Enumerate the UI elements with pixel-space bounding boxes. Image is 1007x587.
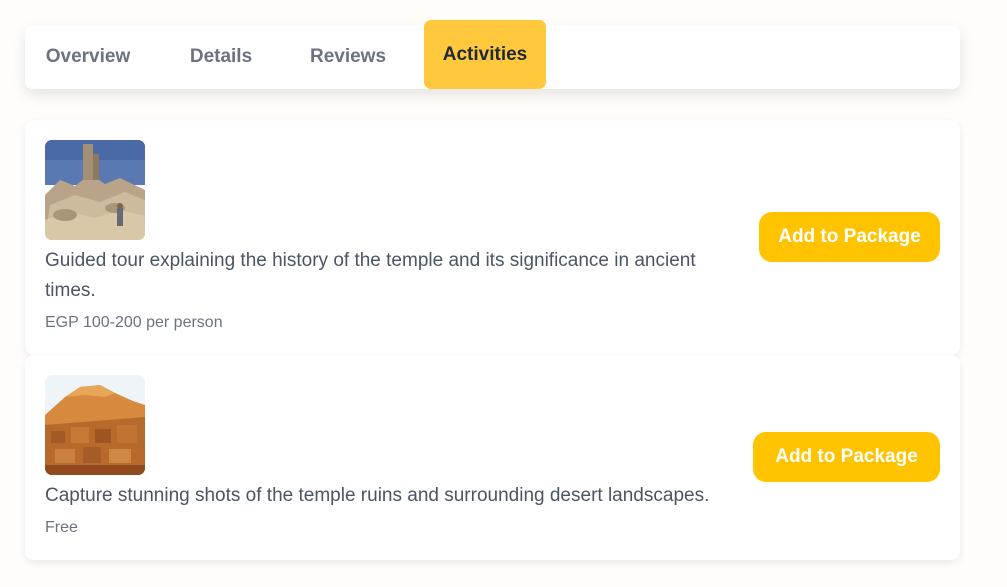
activity-image (45, 140, 145, 240)
activity-description: Guided tour explaining the history of th… (45, 250, 696, 301)
tab-reviews[interactable]: Reviews (310, 25, 386, 89)
add-to-package-button[interactable]: Add to Package (753, 432, 940, 482)
temple-ruins-photo (45, 140, 145, 240)
activity-price: EGP 100-200 per person (45, 314, 223, 331)
activity-image (45, 375, 145, 475)
tab-activities[interactable]: Activities (424, 20, 546, 89)
activity-card: Guided tour explaining the history of th… (25, 120, 960, 355)
tab-details[interactable]: Details (189, 25, 253, 89)
activity-description: Capture stunning shots of the temple rui… (45, 485, 710, 506)
activity-card: Capture stunning shots of the temple rui… (25, 355, 960, 560)
add-to-package-button[interactable]: Add to Package (759, 212, 940, 262)
tab-bar: Overview Details Reviews Activities (25, 20, 960, 89)
tab-overview[interactable]: Overview (45, 25, 131, 89)
desert-town-photo (45, 375, 145, 475)
activity-price: Free (45, 519, 78, 536)
